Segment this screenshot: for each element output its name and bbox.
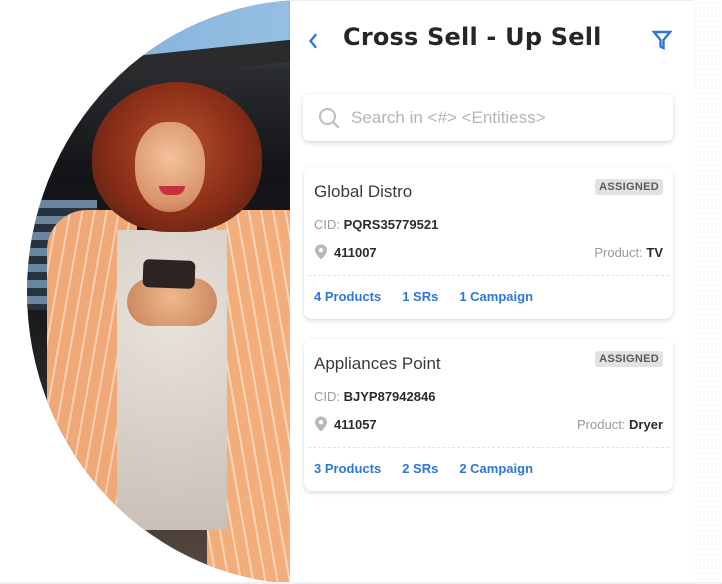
location-pin-icon xyxy=(315,244,327,260)
card-links: 4 Products 1 SRs 1 Campaign xyxy=(314,289,533,304)
cid-row: CID: BJYP87942846 xyxy=(314,389,435,404)
card-links: 3 Products 2 SRs 2 Campaign xyxy=(314,461,533,476)
product-row: Product: TV xyxy=(594,245,663,260)
srs-link[interactable]: 1 SRs xyxy=(402,289,438,304)
entity-card[interactable]: Appliances Point ASSIGNED CID: BJYP87942… xyxy=(304,339,673,491)
campaign-link[interactable]: 2 Campaign xyxy=(459,461,533,476)
products-link[interactable]: 4 Products xyxy=(314,289,381,304)
location-pin-icon xyxy=(315,416,327,432)
status-badge: ASSIGNED xyxy=(595,179,663,195)
product-label: Product: xyxy=(594,245,647,260)
cid-row: CID: PQRS35779521 xyxy=(314,217,438,232)
srs-link[interactable]: 2 SRs xyxy=(402,461,438,476)
product-label: Product: xyxy=(577,417,630,432)
entity-card[interactable]: Global Distro ASSIGNED CID: PQRS35779521… xyxy=(304,167,673,319)
photo-face xyxy=(135,122,205,212)
search-input[interactable] xyxy=(351,104,651,132)
pincode: 411007 xyxy=(334,244,377,260)
product-row: Product: Dryer xyxy=(577,417,663,432)
status-badge: ASSIGNED xyxy=(595,351,663,367)
app-header: Cross Sell - Up Sell xyxy=(290,0,694,80)
product-value: Dryer xyxy=(629,417,663,432)
back-button[interactable] xyxy=(304,29,322,53)
filter-icon xyxy=(651,30,673,50)
entity-name: Appliances Point xyxy=(314,354,441,373)
location-row: 411007 xyxy=(314,244,377,260)
location-row: 411057 xyxy=(314,416,377,432)
panel-edge-texture xyxy=(694,0,722,584)
campaign-link[interactable]: 1 Campaign xyxy=(459,289,533,304)
card-divider xyxy=(308,447,669,448)
pincode: 411057 xyxy=(334,416,377,432)
cid-label: CID: xyxy=(314,389,344,404)
hero-photo-circle xyxy=(27,0,292,584)
cid-value: PQRS35779521 xyxy=(343,217,439,232)
products-link[interactable]: 3 Products xyxy=(314,461,381,476)
cid-value: BJYP87942846 xyxy=(343,389,436,404)
search-icon xyxy=(319,108,340,129)
hero-photo xyxy=(0,0,292,584)
app-panel: Cross Sell - Up Sell Global Distro ASSIG… xyxy=(290,0,694,584)
filter-button[interactable] xyxy=(651,30,674,52)
chevron-left-icon xyxy=(309,33,317,49)
entity-name: Global Distro xyxy=(314,182,413,201)
page-title: Cross Sell - Up Sell xyxy=(343,23,602,51)
card-divider xyxy=(308,275,669,276)
cid-label: CID: xyxy=(314,217,344,232)
content-area: Global Distro ASSIGNED CID: PQRS35779521… xyxy=(290,80,694,584)
search-box[interactable] xyxy=(303,94,673,141)
photo-phone xyxy=(142,259,196,289)
product-value: TV xyxy=(646,245,663,260)
